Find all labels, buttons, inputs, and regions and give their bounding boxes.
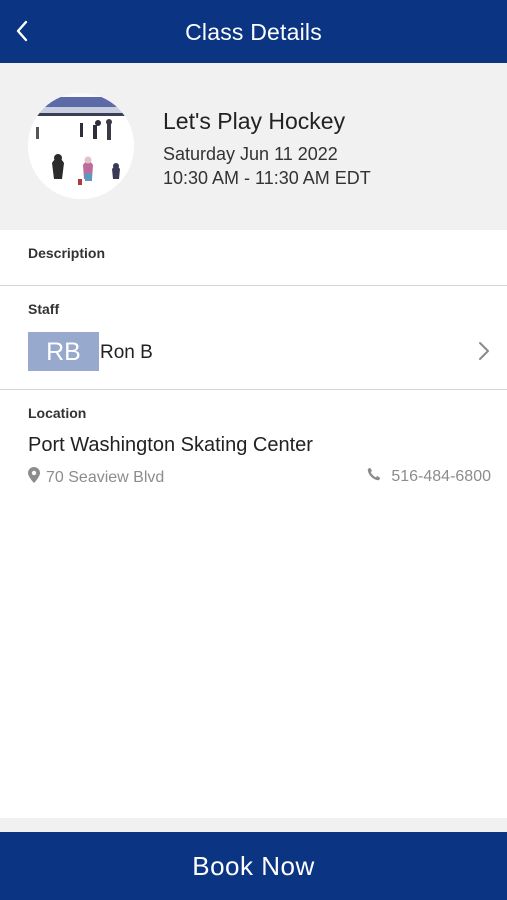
divider [0,389,507,390]
location-name: Port Washington Skating Center [28,434,313,456]
page-title: Class Details [185,19,322,45]
staff-label: Staff [28,301,60,317]
class-date: Saturday Jun 11 2022 [163,144,338,164]
divider [0,285,507,286]
phone-icon [367,467,381,486]
staff-row[interactable]: RB Ron B [28,332,498,372]
class-thumbnail-image [28,93,134,199]
class-time: 10:30 AM - 11:30 AM EDT [163,168,371,188]
class-summary: Let's Play Hockey Saturday Jun 11 2022 1… [0,63,507,230]
staff-avatar-initials: RB [28,332,99,371]
location-address[interactable]: 70 Seaview Blvd [28,467,164,488]
address-text: 70 Seaview Blvd [46,468,165,486]
book-now-button[interactable]: Book Now [0,832,507,900]
phone-text: 516-484-6800 [391,467,491,485]
description-label: Description [28,245,106,261]
footer-separator [0,818,507,832]
staff-name: Ron B [100,342,153,363]
map-pin-icon [28,467,40,488]
location-phone[interactable]: 516-484-6800 [367,467,491,486]
chevron-right-icon [478,341,490,361]
class-name: Let's Play Hockey [163,108,346,134]
app-header: Class Details [0,0,507,63]
location-label: Location [28,405,87,421]
